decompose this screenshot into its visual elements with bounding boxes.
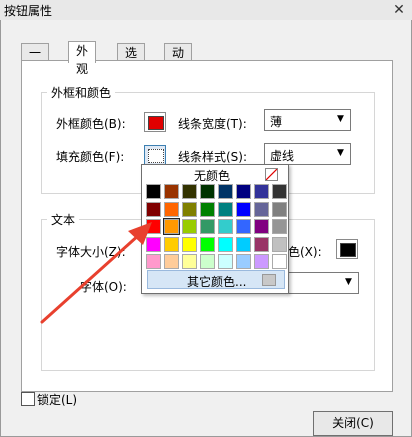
annotation-arrow (40, 222, 152, 324)
